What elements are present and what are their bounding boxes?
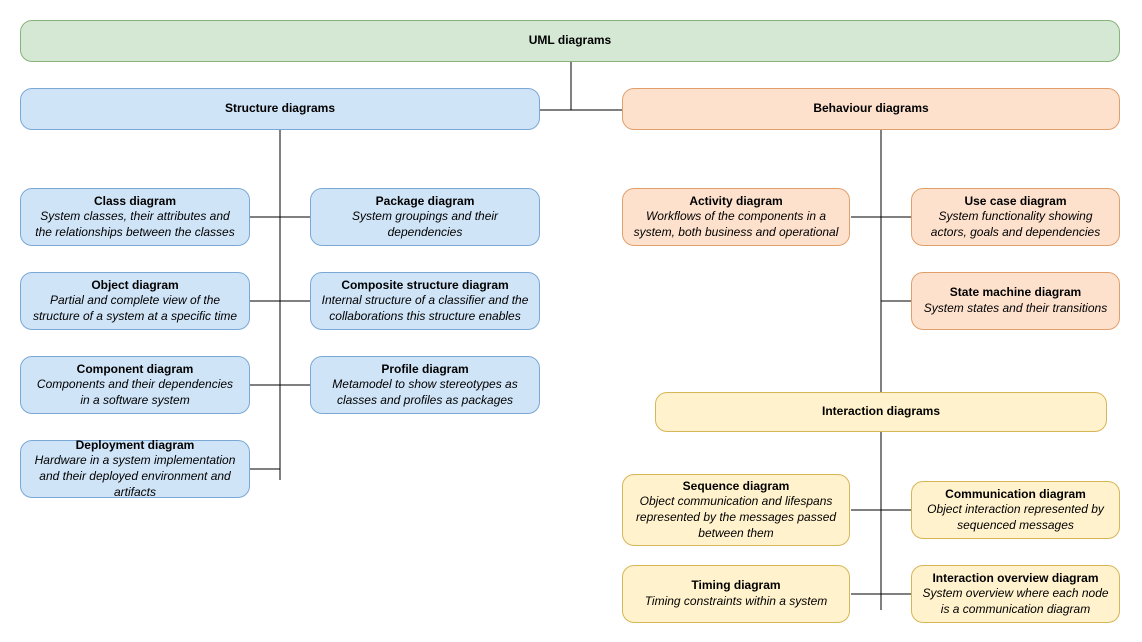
node-usecase: Use case diagram System functionality sh…	[911, 188, 1120, 246]
node-composite-title: Composite structure diagram	[341, 278, 508, 294]
node-activity: Activity diagram Workflows of the compon…	[622, 188, 850, 246]
node-package: Package diagram System groupings and the…	[310, 188, 540, 246]
node-deployment-title: Deployment diagram	[76, 438, 195, 454]
node-interaction: Interaction diagrams	[655, 392, 1107, 432]
node-statemachine-title: State machine diagram	[950, 285, 1081, 301]
node-profile-title: Profile diagram	[381, 362, 468, 378]
node-behaviour: Behaviour diagrams	[622, 88, 1120, 130]
node-usecase-desc: System functionality showing actors, goa…	[922, 209, 1109, 240]
node-sequence-title: Sequence diagram	[683, 479, 790, 495]
node-communication-title: Communication diagram	[945, 487, 1086, 503]
node-deployment-desc: Hardware in a system implementation and …	[31, 453, 239, 500]
node-sequence-desc: Object communication and lifespans repre…	[633, 494, 839, 541]
node-sequence: Sequence diagram Object communication an…	[622, 474, 850, 546]
node-root-title: UML diagrams	[529, 33, 611, 49]
node-communication: Communication diagram Object interaction…	[911, 481, 1120, 539]
node-package-title: Package diagram	[376, 194, 475, 210]
node-object-title: Object diagram	[91, 278, 178, 294]
node-composite-desc: Internal structure of a classifier and t…	[321, 293, 529, 324]
node-root: UML diagrams	[20, 20, 1120, 62]
node-package-desc: System groupings and their dependencies	[321, 209, 529, 240]
node-class: Class diagram System classes, their attr…	[20, 188, 250, 246]
node-structure-title: Structure diagrams	[225, 101, 335, 117]
node-activity-title: Activity diagram	[689, 194, 782, 210]
node-component: Component diagram Components and their d…	[20, 356, 250, 414]
node-component-desc: Components and their dependencies in a s…	[31, 377, 239, 408]
node-overview-title: Interaction overview diagram	[932, 571, 1098, 587]
node-timing: Timing diagram Timing constraints within…	[622, 565, 850, 623]
node-statemachine-desc: System states and their transitions	[924, 301, 1107, 317]
node-statemachine: State machine diagram System states and …	[911, 272, 1120, 330]
node-overview-desc: System overview where each node is a com…	[922, 586, 1109, 617]
node-timing-title: Timing diagram	[691, 578, 780, 594]
node-class-desc: System classes, their attributes and the…	[31, 209, 239, 240]
node-component-title: Component diagram	[77, 362, 194, 378]
node-communication-desc: Object interaction represented by sequen…	[922, 502, 1109, 533]
node-interaction-title: Interaction diagrams	[822, 404, 940, 420]
node-usecase-title: Use case diagram	[964, 194, 1066, 210]
node-timing-desc: Timing constraints within a system	[645, 594, 828, 610]
node-deployment: Deployment diagram Hardware in a system …	[20, 440, 250, 498]
node-object: Object diagram Partial and complete view…	[20, 272, 250, 330]
node-class-title: Class diagram	[94, 194, 176, 210]
node-object-desc: Partial and complete view of the structu…	[31, 293, 239, 324]
node-composite: Composite structure diagram Internal str…	[310, 272, 540, 330]
node-profile-desc: Metamodel to show stereotypes as classes…	[321, 377, 529, 408]
node-profile: Profile diagram Metamodel to show stereo…	[310, 356, 540, 414]
node-behaviour-title: Behaviour diagrams	[813, 101, 928, 117]
node-structure: Structure diagrams	[20, 88, 540, 130]
node-overview: Interaction overview diagram System over…	[911, 565, 1120, 623]
node-activity-desc: Workflows of the components in a system,…	[633, 209, 839, 240]
